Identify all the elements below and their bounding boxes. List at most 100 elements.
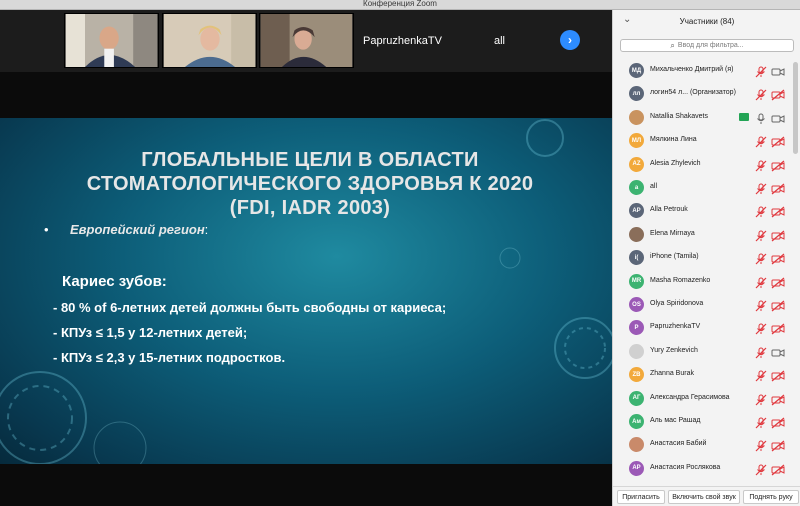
participant-row[interactable]: АР Анастасия Рослякова — [613, 458, 800, 481]
participant-row[interactable]: Yury Zenkevich — [613, 341, 800, 364]
participant-name: Natallia Shakavets — [650, 112, 708, 120]
participant-row[interactable]: OS Olya Spiridonova — [613, 294, 800, 317]
mic-muted-icon — [755, 276, 767, 289]
camera-icon — [771, 65, 785, 77]
slide-title-line: СТОМАТОЛОГИЧЕСКОГО ЗДОРОВЬЯ К 2020 — [86, 173, 534, 195]
mic-muted-icon — [755, 463, 767, 476]
camera-off-icon — [771, 205, 785, 218]
video-thumbnail-2[interactable] — [162, 13, 257, 68]
avatar — [629, 226, 644, 242]
camera-icon — [771, 346, 785, 358]
participant-row[interactable]: АГ Александра Герасимова — [613, 388, 800, 411]
video-thumbnail-1[interactable] — [64, 13, 159, 68]
video-thumbnail-3[interactable] — [259, 13, 354, 68]
mic-muted-icon — [755, 135, 767, 148]
slide-goal-line: - КПУз ≤ 2,3 у 15-летних подростков. — [53, 350, 286, 365]
participant-name: Alla Petrouk — [650, 206, 688, 214]
slide-goal-line: - 80 % of 6-летних детей должны быть сво… — [53, 300, 447, 315]
avatar: Ам — [629, 414, 644, 429]
participant-row[interactable]: Natallia Shakavets — [613, 107, 800, 130]
meeting-area: PapruzhenkaTV all › ГЛОБАЛЬНЫЕ ЦЕЛИ В ОБ… — [0, 10, 612, 506]
video-strip: PapruzhenkaTV all › — [0, 10, 612, 72]
camera-off-icon — [771, 276, 785, 289]
participant-row[interactable]: AP Alla Petrouk — [613, 200, 800, 223]
share-screen-icon — [739, 112, 749, 121]
participant-row[interactable]: P PapruzhenkaTV — [613, 317, 800, 340]
avatar: OS — [629, 297, 644, 312]
camera-off-icon — [771, 135, 785, 148]
camera-off-icon — [771, 463, 785, 476]
avatar: MR — [629, 273, 644, 289]
participant-name: PapruzhenkaTV — [650, 323, 701, 331]
mic-muted-icon — [755, 159, 767, 172]
participant-video-woman — [163, 14, 256, 67]
participant-name: Olya Spiridonova — [650, 300, 704, 307]
participant-name: Михальченко Дмитрий (я) — [650, 66, 734, 73]
mic-muted-icon — [755, 439, 767, 452]
window-title: Конференция Zoom — [363, 0, 437, 8]
avatar — [629, 109, 644, 125]
participant-name: Мялкина Лина — [650, 136, 697, 144]
camera-off-icon — [771, 159, 785, 172]
mic-muted-icon — [755, 346, 767, 359]
invite-button[interactable]: Пригласить — [617, 490, 665, 504]
avatar: МЛ — [629, 133, 644, 149]
raise-hand-button[interactable]: Поднять руку — [743, 490, 799, 504]
chevron-right-icon: › — [568, 33, 572, 47]
participant-name: Zhanna Burak — [650, 370, 694, 378]
slide-goal-line: - КПУз ≤ 1,5 у 12-летних детей; — [53, 325, 248, 340]
participants-title: Участники (84) — [679, 17, 735, 26]
mic-icon — [755, 112, 767, 124]
participant-filter-input[interactable]: ⌕ Ввод для фильтра... — [620, 39, 794, 52]
shared-screen-slide: ГЛОБАЛЬНЫЕ ЦЕЛИ В ОБЛАСТИ СТОМАТОЛОГИЧЕС… — [0, 118, 612, 464]
participant-row[interactable]: a all — [613, 177, 800, 200]
participant-name: Yury Zenkevich — [650, 346, 698, 354]
camera-off-icon — [771, 229, 785, 242]
participant-row[interactable]: МД Михальченко Дмитрий (я) — [613, 60, 800, 83]
avatar: P — [629, 320, 644, 336]
filter-placeholder: Ввод для фильтра... — [677, 42, 744, 49]
participant-name: логин54 л... (Организатор) — [650, 89, 736, 97]
slide-bullet: • Европейский регион: — [44, 222, 208, 237]
slide-title-line: (FDI, IADR 2003) — [229, 197, 391, 219]
camera-off-icon — [771, 416, 785, 429]
avatar: АР — [629, 460, 644, 476]
participant-row[interactable]: Elena Mirnaya — [613, 224, 800, 247]
participant-name: all — [650, 183, 658, 190]
avatar: лл — [629, 86, 644, 102]
participant-row[interactable]: Ам Аль мас Рашад — [613, 411, 800, 434]
avatar: i( — [629, 250, 644, 266]
participants-scrollbar[interactable] — [793, 62, 798, 154]
camera-off-icon — [771, 393, 785, 406]
camera-icon — [771, 112, 785, 124]
camera-off-icon — [771, 322, 785, 335]
unmute-self-button[interactable]: Включить свой звук — [668, 490, 740, 504]
video-tile-name[interactable]: PapruzhenkaTV — [355, 13, 450, 68]
participant-row[interactable]: i( iPhone (Tamila) — [613, 247, 800, 270]
avatar — [629, 437, 644, 453]
participant-name: iPhone (Tamila) — [650, 253, 699, 261]
participant-video-man — [65, 14, 158, 67]
participants-list[interactable]: МД Михальченко Дмитрий (я) лл логин54 л... … — [613, 60, 800, 480]
mic-muted-icon — [755, 369, 767, 382]
camera-off-icon — [771, 369, 785, 382]
participant-name: Аль мас Рашад — [650, 417, 701, 424]
participants-header: ⌄ Участники (84) — [613, 10, 800, 34]
avatar — [629, 343, 644, 359]
participant-name: Анастасия Бабий — [650, 440, 707, 448]
bullet-mark: • — [44, 222, 49, 237]
avatar: ZB — [629, 367, 644, 383]
camera-off-icon — [771, 182, 785, 195]
video-tile-name[interactable]: all — [452, 13, 547, 68]
participant-row[interactable]: MR Masha Romazenko — [613, 271, 800, 294]
slide-title-line: ГЛОБАЛЬНЫЕ ЦЕЛИ В ОБЛАСТИ — [141, 149, 479, 171]
mic-muted-icon — [755, 299, 767, 312]
participant-row[interactable]: МЛ Мялкина Лина — [613, 130, 800, 153]
participant-row[interactable]: лл логин54 л... (Организатор) — [613, 83, 800, 106]
participant-row[interactable]: Анастасия Бабий — [613, 434, 800, 457]
next-page-button[interactable]: › — [560, 30, 580, 50]
participant-row[interactable]: ZB Zhanna Burak — [613, 364, 800, 387]
participant-row[interactable]: AZ Alesia Zhylevich — [613, 154, 800, 177]
avatar: МД — [629, 63, 644, 78]
camera-off-icon — [771, 88, 785, 101]
